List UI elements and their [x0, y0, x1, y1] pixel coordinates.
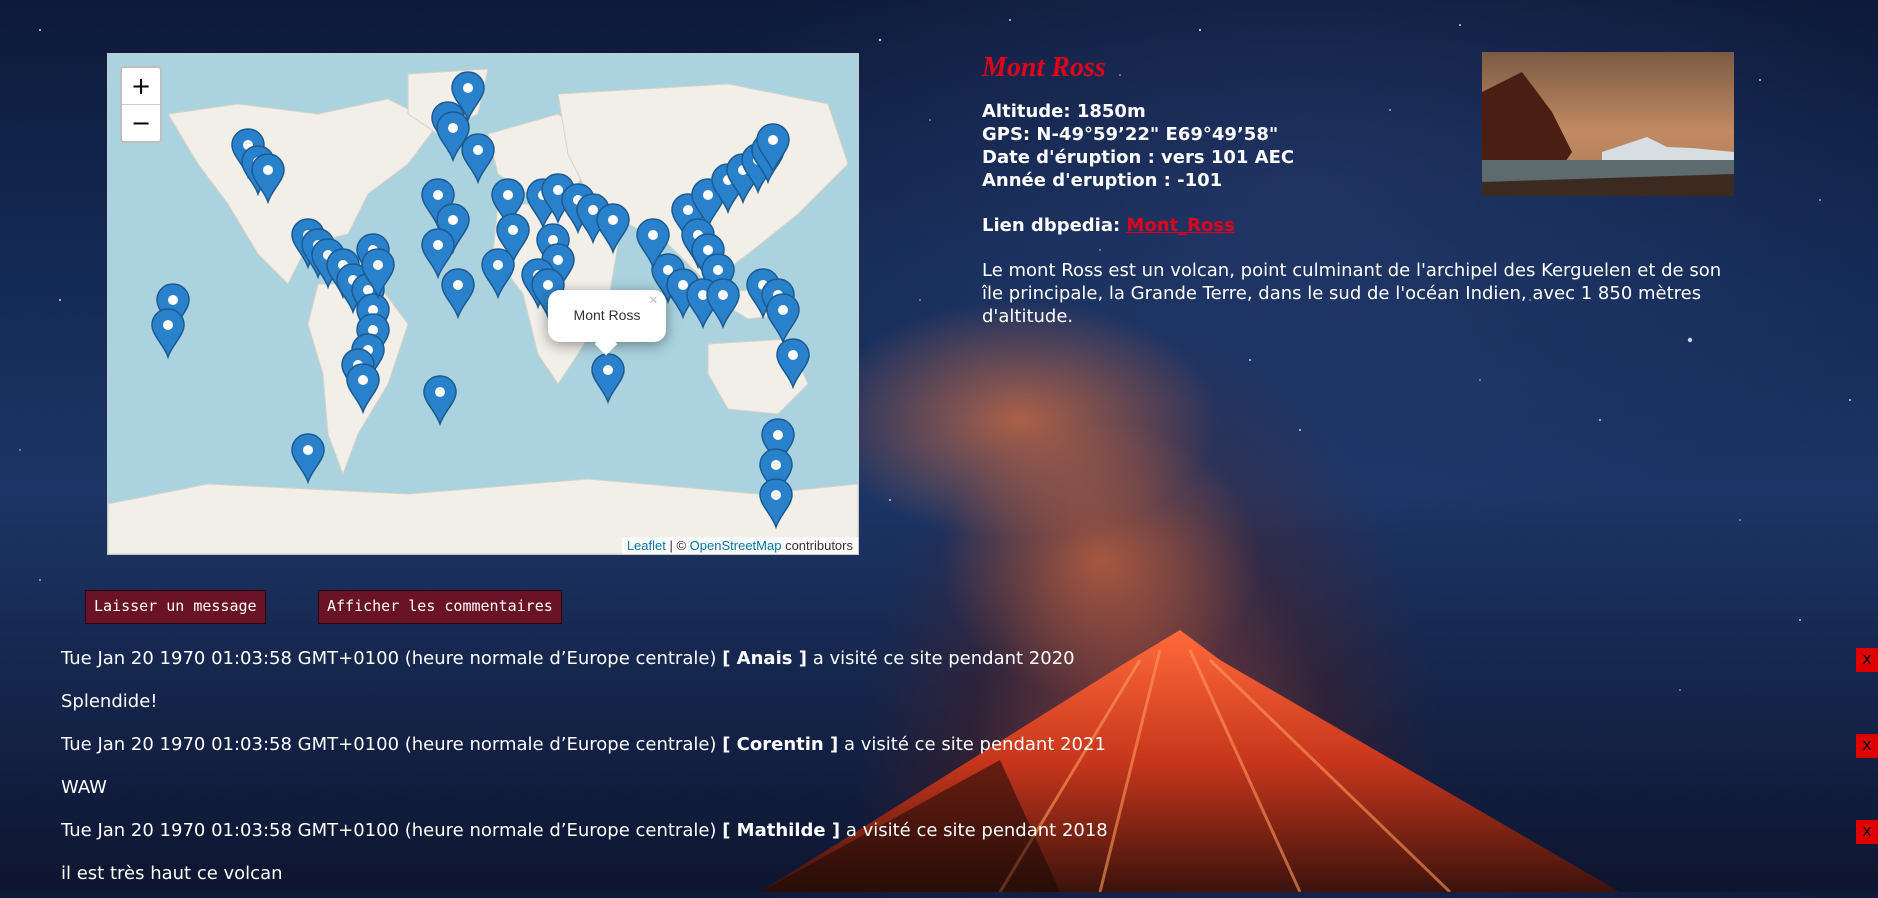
comment-item: Tue Jan 20 1970 01:03:58 GMT+0100 (heure… [61, 726, 1878, 812]
delete-comment-button[interactable]: x [1856, 820, 1878, 844]
zoom-control: + − [120, 66, 162, 143]
osm-link[interactable]: OpenStreetMap [690, 538, 782, 553]
popup-text: Mont Ross [573, 307, 641, 323]
leave-message-button[interactable]: Laisser un message [85, 590, 266, 624]
delete-comment-button[interactable]: x [1856, 734, 1878, 758]
dbpedia-line: Lien dbpedia: Mont_Ross [982, 215, 1235, 236]
map-attribution: Leaflet | © OpenStreetMap contributors [621, 537, 858, 554]
volcano-markers[interactable] [108, 54, 858, 554]
zoom-out-button[interactable]: − [122, 104, 160, 141]
comment-item: Tue Jan 20 1970 01:03:58 GMT+0100 (heure… [61, 640, 1878, 726]
comment-text: Splendide! [61, 691, 158, 712]
comment-user: [ Corentin ] [722, 734, 839, 755]
delete-comment-button[interactable]: x [1856, 648, 1878, 672]
comment-item: Tue Jan 20 1970 01:03:58 GMT+0100 (heure… [61, 812, 1878, 898]
volcano-photo [1482, 52, 1734, 196]
comment-user: [ Anais ] [722, 648, 807, 669]
comments-list: Tue Jan 20 1970 01:03:58 GMT+0100 (heure… [61, 640, 1878, 898]
map-popup: × Mont Ross [548, 290, 666, 356]
marker-cluster [151, 71, 810, 528]
comment-text: WAW [61, 777, 107, 798]
leaflet-link[interactable]: Leaflet [627, 538, 666, 553]
comment-meta: Tue Jan 20 1970 01:03:58 GMT+0100 (heure… [61, 640, 1878, 683]
comment-meta: Tue Jan 20 1970 01:03:58 GMT+0100 (heure… [61, 812, 1878, 855]
zoom-in-button[interactable]: + [122, 68, 160, 104]
volcano-description: Le mont Ross est un volcan, point culmin… [982, 260, 1722, 327]
show-comments-button[interactable]: Afficher les commentaires [318, 590, 562, 624]
comment-user: [ Mathilde ] [722, 820, 841, 841]
comment-meta: Tue Jan 20 1970 01:03:58 GMT+0100 (heure… [61, 726, 1878, 769]
dbpedia-link[interactable]: Mont_Ross [1126, 215, 1234, 236]
world-map[interactable]: + − × Mont Ross Leaflet | © OpenStreetMa… [107, 53, 859, 555]
